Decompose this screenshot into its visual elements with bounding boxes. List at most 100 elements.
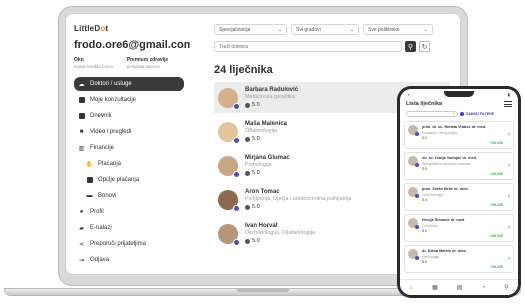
search-icon: ⚲ (407, 43, 414, 51)
doctor-specialty: Oftalmologija (245, 128, 278, 134)
sidebar-item-label: Doktori / usluge (90, 81, 132, 87)
city-select[interactable]: Svi gradovi ⌄ (291, 24, 359, 35)
chat-icon[interactable]: ◔ (481, 285, 485, 291)
reset-button[interactable]: ↻ (419, 41, 430, 52)
sidebar-item-finance[interactable]: ▥ Financije (74, 141, 184, 155)
calendar-icon[interactable]: ▦ (432, 284, 438, 291)
sidebar-item-e-results[interactable]: ▰ E-nalazi (74, 221, 184, 235)
chevron-right-icon: › (508, 194, 510, 200)
phone-doctor-card[interactable]: prim. dr. sc. Renata Vrabec dr. med. Ped… (404, 121, 514, 149)
rating-value: 5.0 (252, 136, 260, 142)
chevron-down-icon: ⌄ (423, 26, 428, 33)
rating-icon (245, 170, 250, 176)
sidebar-item-label: Bonovi (98, 193, 117, 199)
sidebar: LittleDot frodo.ore6@gmail.com Okn stanj… (66, 14, 194, 274)
doctor-name: prim. Zoran Belić dr. med. (422, 187, 469, 191)
sidebar-item-label: Preporuči prijateljima (90, 241, 147, 247)
person-icon: ● (79, 209, 84, 215)
search-row: ⚲ ↻ (214, 41, 450, 52)
doctor-specialty: Neurologija (422, 254, 440, 259)
sidebar-item-refer[interactable]: ⋖ Preporuči prijateljima (74, 237, 184, 251)
doctor-search-input[interactable] (214, 41, 402, 52)
phone-doctor-card[interactable]: Hrvoje Šimunić dr. med. Ortopedija 5.0 O… (404, 214, 514, 242)
phone-doctor-card[interactable]: mr. sc. Dunja Vodopić dr. med. Specijali… (404, 152, 514, 180)
online-badge: ONLINE (490, 141, 503, 145)
doctor-specialty: Specijalistica obiteljske medicine (422, 161, 472, 166)
chevron-right-icon: › (508, 132, 510, 138)
doctor-avatar (218, 189, 240, 212)
rating-value: 5.0 (252, 102, 260, 108)
doctor-avatar (408, 125, 419, 136)
cloud-icon: ☁ (78, 81, 85, 88)
online-badge: ONLINE (490, 234, 503, 238)
rating-icon (245, 204, 250, 210)
filter-icon (460, 112, 464, 116)
bank-icon: ▥ (78, 145, 85, 152)
online-badge: ONLINE (490, 265, 503, 269)
phone-doctor-list: prim. dr. sc. Renata Vrabec dr. med. Ped… (400, 117, 518, 273)
doctor-avatar (408, 156, 419, 167)
doctor-rating: 5.0 (245, 136, 287, 142)
doctor-avatar (218, 87, 240, 110)
sidebar-item-video[interactable]: ■ Video i pregledi (74, 125, 184, 139)
doctor-rating: 5.0 (245, 170, 290, 176)
doctor-avatar (218, 155, 240, 178)
video-icon: ■ (79, 129, 84, 135)
doctor-specialty: Medicinska genetika (245, 94, 295, 100)
rating-value: 5.0 (252, 204, 260, 210)
doctor-name: mr. sc. Dunja Vodopić dr. med. (422, 156, 477, 160)
sidebar-item-payments[interactable]: ✋ Plaćanja (74, 157, 184, 171)
laptop-notch (236, 288, 290, 292)
share-icon: ⋖ (78, 241, 85, 248)
sidebar-item-diary[interactable]: Dnevnik (74, 109, 184, 123)
specialization-value: Specijalizacija (219, 26, 251, 33)
phone-screen: ▪ ▮ Lista liječnika ⚲ SAKRIJ FILTERE pri… (400, 89, 518, 295)
search-icon[interactable]: ⚲ (504, 284, 508, 291)
online-badge: ONLINE (490, 203, 503, 207)
video-badge-icon (233, 102, 240, 110)
doctor-name: Ivan Horvat (245, 223, 278, 229)
doctors-icon[interactable]: ▤ (457, 284, 463, 291)
clinic-select[interactable]: Sve poliklinike ⌄ (363, 24, 433, 35)
logout-icon: ⇥ (78, 257, 85, 264)
sidebar-item-payment-options[interactable]: Opcije plaćanja (74, 173, 184, 187)
phone-status-bar: ▪ ▮ (400, 89, 518, 99)
sidebar-item-label: Video i pregledi (90, 129, 132, 135)
city-value: Svi gradovi (296, 26, 321, 33)
home-icon[interactable]: ⌂ (410, 285, 414, 291)
clinic-value: Sve poliklinike (368, 26, 400, 33)
decorative-line (489, 0, 521, 1)
rating-value: 5.0 (252, 238, 260, 244)
menu-icon[interactable] (504, 101, 512, 107)
account-email: frodo.ore6@gmail.com (74, 39, 194, 51)
sidebar-item-logout[interactable]: ⇥ Odjava (74, 253, 184, 267)
specialization-select[interactable]: Specijalizacija ⌄ (214, 24, 287, 35)
sidebar-item-label: Profil (90, 209, 104, 215)
sidebar-item-label: Financije (90, 145, 115, 151)
doctor-name: Maša Malenica (245, 121, 288, 127)
sidebar-item-consultations[interactable]: Moje konzultacije (74, 93, 184, 107)
rating-icon (245, 102, 250, 108)
phone-doctor-card[interactable]: dr. Diana Marčić dr. med. Neurologija 5.… (404, 245, 514, 273)
doctor-specialty: Psihijatrija, Dječja i adolescentna psih… (245, 196, 352, 202)
card-icon (86, 177, 93, 184)
rating-value: 5.0 (252, 170, 260, 176)
doctor-specialty: Opća kirurgija (422, 192, 443, 197)
sidebar-item-vouchers[interactable]: ▬ Bonovi (74, 189, 184, 203)
sidebar-item-doctors[interactable]: ☁ Doktori / usluge (74, 77, 184, 91)
chevron-down-icon: ⌄ (277, 26, 282, 33)
video-badge-icon (233, 238, 240, 246)
phone-doctor-card[interactable]: prim. Zoran Belić dr. med. Opća kirurgij… (404, 183, 514, 211)
hide-filters-link[interactable]: SAKRIJ FILTERE (466, 112, 494, 116)
phone-search-input[interactable]: ⚲ (406, 111, 458, 117)
doctor-specialty: Pedijatrija i alergologija (422, 130, 457, 135)
phone-frame: ▪ ▮ Lista liječnika ⚲ SAKRIJ FILTERE pri… (397, 86, 521, 298)
phone-header: Lista liječnika (400, 101, 518, 107)
sidebar-nav: ☁ Doktori / usluge Moje konzultacije Dne… (74, 77, 184, 267)
doctor-name: Hrvoje Šimunić dr. med. (422, 218, 466, 222)
sidebar-item-profile[interactable]: ● Profil (74, 205, 184, 219)
credit-sub: stanje kredita bonsi (74, 64, 113, 69)
search-button[interactable]: ⚲ (405, 41, 416, 52)
app-logo[interactable]: LittleDot (74, 24, 184, 33)
doctor-avatar (408, 249, 419, 260)
